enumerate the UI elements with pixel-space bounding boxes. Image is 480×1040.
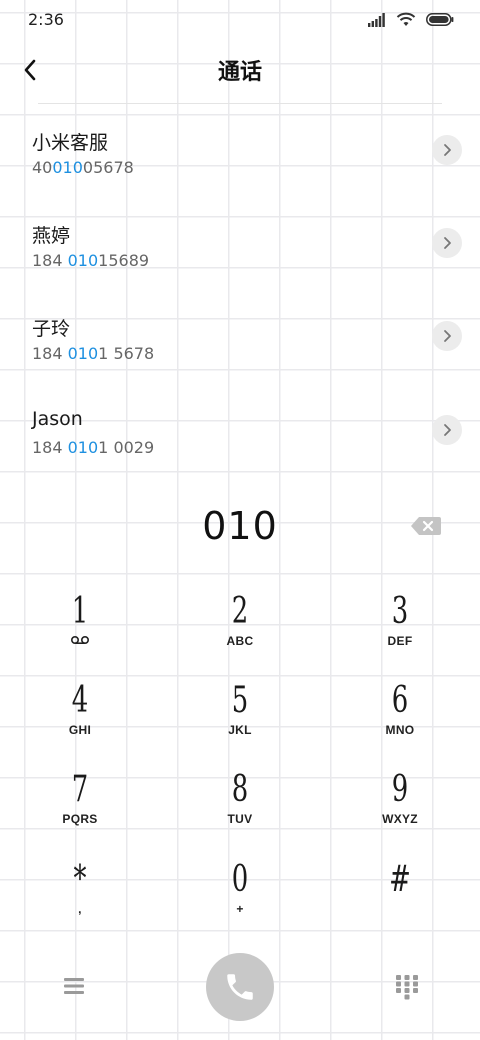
key-letters: TUV (227, 812, 253, 826)
key-3[interactable]: 3 DEF (345, 590, 455, 672)
menu-icon (64, 978, 84, 994)
contact-detail-button[interactable] (432, 321, 462, 351)
number-prefix: 184 (32, 438, 68, 457)
key-digit: 6 (391, 680, 409, 721)
wifi-icon (396, 12, 416, 26)
key-letters: PQRS (62, 812, 98, 826)
key-5[interactable]: 5 JKL (185, 679, 295, 761)
key-1[interactable]: 1 (25, 590, 135, 672)
number-suffix: 1 0029 (98, 438, 155, 457)
call-button[interactable] (206, 953, 274, 1021)
contact-name: 子玲 (32, 318, 71, 340)
key-letters: GHI (68, 723, 92, 737)
status-icons (368, 12, 454, 27)
contact-item[interactable]: 子玲 184 0101 5678 (0, 314, 480, 407)
contact-name: 小米客服 (32, 132, 109, 154)
contact-item[interactable]: Jason 184 0101 0029 (0, 408, 480, 501)
contact-number: 184 01015689 (32, 251, 149, 270)
number-suffix: 15689 (98, 251, 150, 270)
header-divider (38, 103, 442, 104)
contact-number: 184 0101 0029 (32, 438, 154, 457)
contact-name: 燕婷 (32, 225, 71, 247)
key-hash[interactable]: # (345, 858, 455, 940)
key-8[interactable]: 8 TUV (185, 768, 295, 850)
number-prefix: 184 (32, 251, 68, 270)
key-2[interactable]: 2 ABC (185, 590, 295, 672)
chevron-right-icon (444, 330, 451, 342)
key-letters: JKL (228, 723, 252, 737)
battery-icon (426, 13, 454, 26)
chevron-right-icon (444, 237, 451, 249)
key-0[interactable]: 0 + (185, 858, 295, 940)
chevron-right-icon (444, 424, 451, 436)
key-digit: 1 (71, 591, 89, 632)
key-4[interactable]: 4 GHI (25, 679, 135, 761)
backspace-button[interactable] (410, 514, 442, 538)
key-9[interactable]: 9 WXYZ (345, 768, 455, 850)
contact-item[interactable]: 燕婷 184 01015689 (0, 221, 480, 314)
number-match: 010 (52, 158, 83, 177)
contact-detail-button[interactable] (432, 135, 462, 165)
key-letters: + (236, 902, 244, 916)
phone-icon (227, 974, 253, 1000)
key-letters: , (78, 902, 82, 916)
chevron-right-icon (444, 144, 451, 156)
number-prefix: 184 (32, 344, 68, 363)
key-letters: DEF (387, 634, 413, 648)
page-title: 通话 (217, 60, 262, 85)
number-suffix: 1 5678 (98, 344, 155, 363)
number-match: 010 (67, 251, 99, 270)
dialpad-icon (396, 975, 418, 1000)
dial-number-display[interactable]: 010 (0, 504, 480, 548)
signal-icon (368, 12, 385, 27)
key-digit: 4 (71, 680, 89, 721)
key-letters: ABC (226, 634, 254, 648)
contact-detail-button[interactable] (432, 415, 462, 445)
key-digit: 0 (231, 859, 249, 900)
key-digit: # (389, 859, 411, 900)
key-star[interactable]: * , (25, 858, 135, 940)
key-letters: MNO (385, 723, 415, 737)
dialpad-toggle-button[interactable] (395, 974, 419, 1000)
contact-number: 4001005678 (32, 158, 134, 177)
number-suffix: 05678 (82, 158, 134, 177)
key-digit: 8 (231, 769, 249, 810)
key-digit: 5 (231, 680, 249, 721)
contact-number: 184 0101 5678 (32, 344, 154, 363)
key-digit: 9 (391, 769, 409, 810)
status-time: 2:36 (28, 10, 64, 29)
key-digit: 2 (231, 591, 249, 632)
contact-item[interactable]: 小米客服 4001005678 (0, 128, 480, 221)
backspace-icon (411, 517, 441, 535)
key-7[interactable]: 7 PQRS (25, 768, 135, 850)
key-digit: * (73, 859, 87, 900)
key-digit: 7 (71, 769, 89, 810)
menu-button[interactable] (60, 972, 88, 1000)
number-prefix: 40 (32, 158, 53, 177)
key-letters: WXYZ (382, 812, 418, 826)
voicemail-icon (25, 634, 135, 649)
number-match: 010 (67, 438, 99, 457)
number-match: 010 (67, 344, 99, 363)
key-6[interactable]: 6 MNO (345, 679, 455, 761)
contact-detail-button[interactable] (432, 228, 462, 258)
key-digit: 3 (391, 591, 409, 632)
contact-name: Jason (32, 408, 83, 430)
